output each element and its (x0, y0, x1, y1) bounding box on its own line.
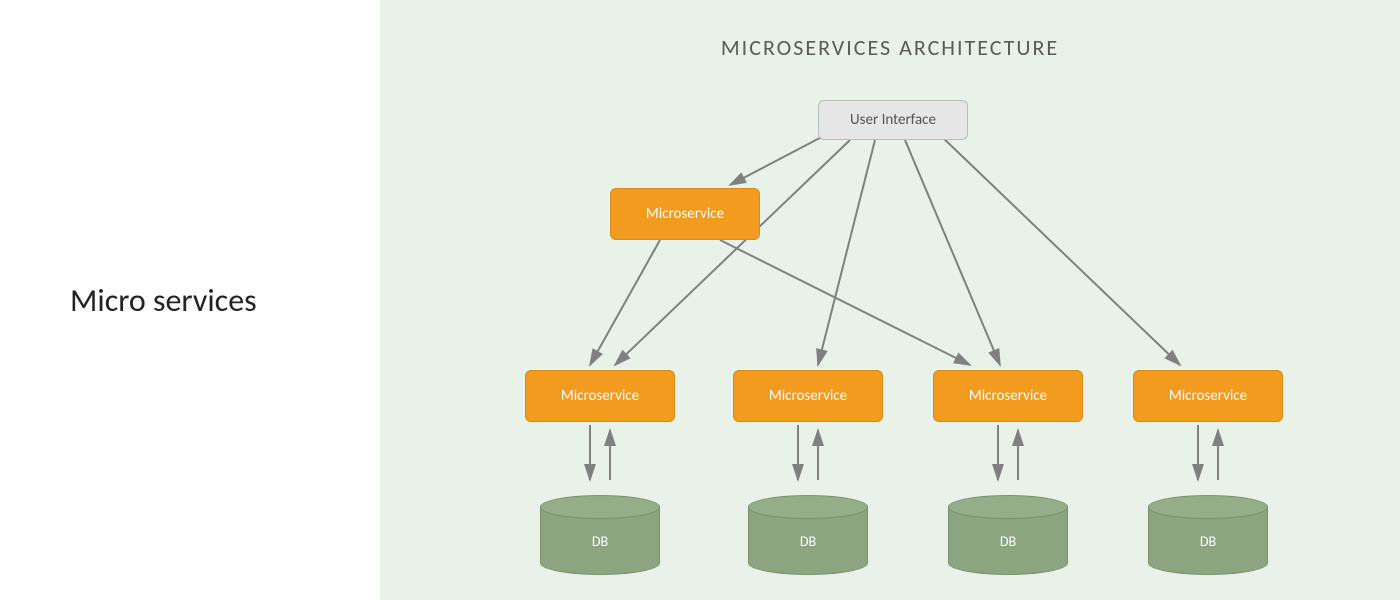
microservice-top-node: Microservice (610, 188, 760, 240)
db-label-0: DB (540, 533, 660, 550)
user-interface-node: User Interface (818, 100, 968, 140)
microservice-label-1: Microservice (769, 387, 847, 405)
db-node-1: DB (748, 495, 868, 575)
db-label-1: DB (748, 533, 868, 550)
db-node-3: DB (1148, 495, 1268, 575)
microservice-node-1: Microservice (733, 370, 883, 422)
diagram-panel: MICROSERVICES ARCHITECTURE (380, 0, 1400, 600)
microservice-top-label: Microservice (646, 205, 724, 223)
user-interface-label: User Interface (850, 111, 936, 129)
microservice-node-2: Microservice (933, 370, 1083, 422)
db-node-2: DB (948, 495, 1068, 575)
db-label-3: DB (1148, 533, 1268, 550)
db-label-2: DB (948, 533, 1068, 550)
microservice-label-2: Microservice (969, 387, 1047, 405)
microservice-node-3: Microservice (1133, 370, 1283, 422)
db-node-0: DB (540, 495, 660, 575)
microservice-node-0: Microservice (525, 370, 675, 422)
page-title: Micro services (70, 281, 257, 320)
microservice-label-3: Microservice (1169, 387, 1247, 405)
left-panel: Micro services (0, 0, 380, 600)
microservice-label-0: Microservice (561, 387, 639, 405)
